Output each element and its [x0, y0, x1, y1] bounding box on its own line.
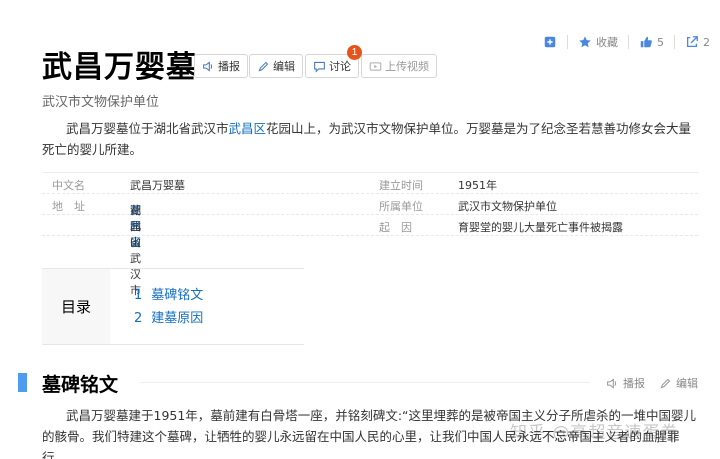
- add-button[interactable]: [543, 35, 557, 49]
- info-row: 中文名 武昌万婴墓 建立时间 1951年: [42, 173, 698, 194]
- discuss-label: 讨论: [329, 60, 351, 73]
- upload-video-button[interactable]: 上传视频: [361, 54, 437, 78]
- info-row: 地 址 湖北省武汉市 武昌区 花园山 所属单位 武汉市文物保护单位: [42, 194, 698, 297]
- info-label: 地 址: [52, 200, 85, 213]
- basic-info-box: 中文名 武昌万婴墓 建立时间 1951年 地 址 湖北省武汉市 武昌区 花园山 所属…: [42, 172, 698, 297]
- toolbar-divider: [674, 35, 675, 49]
- intro-text-start: 武昌万婴墓位于湖北省武汉市: [66, 121, 229, 136]
- section-edit-button[interactable]: 编辑: [659, 375, 698, 391]
- toc-item-text: 建墓原因: [151, 311, 204, 326]
- discuss-count-badge: 1: [347, 45, 362, 60]
- info-label: 建立时间: [379, 179, 423, 192]
- toc-item-number: 1: [134, 288, 143, 303]
- speaker-icon: [607, 377, 617, 389]
- speaker-icon: [203, 60, 213, 72]
- section-toolbar: 播报 编辑: [606, 375, 698, 391]
- section-broadcast-button[interactable]: 播报: [606, 375, 645, 391]
- info-value: 武汉市文物保护单位: [458, 200, 557, 213]
- info-value: 武昌万婴墓: [130, 179, 185, 192]
- video-icon: [369, 61, 382, 71]
- share-icon: [686, 36, 698, 48]
- info-value: 育婴堂的婴儿大量死亡事件被揭露: [458, 221, 623, 234]
- star-icon: [579, 36, 591, 48]
- edit-label: 编辑: [273, 60, 295, 73]
- info-label: 起 因: [379, 221, 412, 234]
- page-title: 武昌万婴墓: [42, 50, 197, 85]
- share-count: 2: [703, 35, 710, 49]
- chat-bubble-icon: [314, 61, 325, 73]
- edit-button[interactable]: 编辑: [249, 54, 303, 78]
- favorite-button[interactable]: 收藏: [578, 34, 618, 50]
- toc-item-inscription[interactable]: 1 墓碑铭文: [134, 284, 203, 303]
- section-edit-label: 编辑: [676, 377, 698, 390]
- toc-item-text: 墓碑铭文: [151, 288, 204, 303]
- upload-video-label: 上传视频: [385, 60, 429, 73]
- broadcast-button[interactable]: 播报: [194, 54, 248, 78]
- page-subtitle: 武汉市文物保护单位: [42, 95, 160, 110]
- pencil-icon: [258, 61, 269, 71]
- section-marker: [18, 373, 27, 392]
- wuchang-district-link[interactable]: 武昌区: [229, 121, 267, 136]
- intro-paragraph: 武昌万婴墓位于湖北省武汉市武昌区花园山上，为武汉市文物保护单位。万婴墓是为了纪念…: [42, 118, 702, 160]
- info-row: 起 因 育婴堂的婴儿大量死亡事件被揭露: [42, 215, 698, 236]
- like-count: 5: [657, 35, 664, 49]
- table-of-contents: 目录 1 墓碑铭文 2 建墓原因: [42, 268, 304, 345]
- like-button[interactable]: 5: [639, 35, 664, 49]
- info-label: 中文名: [52, 179, 85, 192]
- broadcast-label: 播报: [218, 60, 240, 73]
- toolbar-divider: [628, 35, 629, 49]
- plus-square-icon: [544, 36, 556, 48]
- watermark: 知乎 @高超音速蛋卷: [510, 423, 679, 443]
- share-button[interactable]: 2: [685, 35, 710, 49]
- toc-label: 目录: [42, 269, 110, 344]
- article-toolbar: 收藏 5 2: [533, 34, 710, 50]
- toc-item-reason[interactable]: 2 建墓原因: [134, 307, 203, 326]
- info-value: 1951年: [458, 179, 497, 192]
- favorite-label: 收藏: [596, 36, 618, 49]
- toolbar-divider: [567, 35, 568, 49]
- section-broadcast-label: 播报: [623, 377, 645, 390]
- thumbs-up-icon: [640, 36, 652, 48]
- pencil-icon: [660, 378, 671, 388]
- toc-item-number: 2: [134, 311, 143, 326]
- info-label: 所属单位: [379, 200, 423, 213]
- section-divider: [140, 382, 590, 383]
- section-title: 墓碑铭文: [42, 374, 119, 396]
